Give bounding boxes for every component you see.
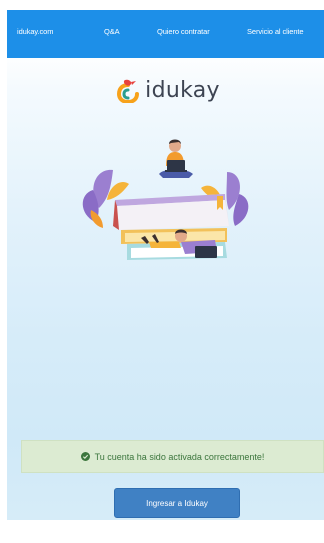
brand-logo: idukay [7, 78, 324, 103]
alert-message: Tu cuenta ha sido activada correctamente… [94, 451, 265, 462]
nav-link-idukay-com[interactable]: idukay.com [17, 27, 53, 36]
success-alert: Tu cuenta ha sido activada correctamente… [21, 440, 324, 473]
login-button[interactable]: Ingresar a Idukay [114, 488, 240, 518]
idukay-logo-icon [117, 79, 140, 103]
logo-text: idukay [145, 78, 220, 103]
check-circle-icon [80, 452, 90, 461]
page: idukay.com Q&A Quiero contratar Servicio… [7, 10, 324, 520]
nav-link-quiero-contratar[interactable]: Quiero contratar [157, 27, 210, 36]
nav-link-qa[interactable]: Q&A [104, 27, 120, 36]
books-reading-illustration [82, 139, 249, 260]
nav-link-servicio-al-cliente[interactable]: Servicio al cliente [247, 27, 304, 36]
top-navbar: idukay.com Q&A Quiero contratar Servicio… [7, 10, 324, 58]
screenshot-frame: idukay.com Q&A Quiero contratar Servicio… [0, 0, 324, 543]
